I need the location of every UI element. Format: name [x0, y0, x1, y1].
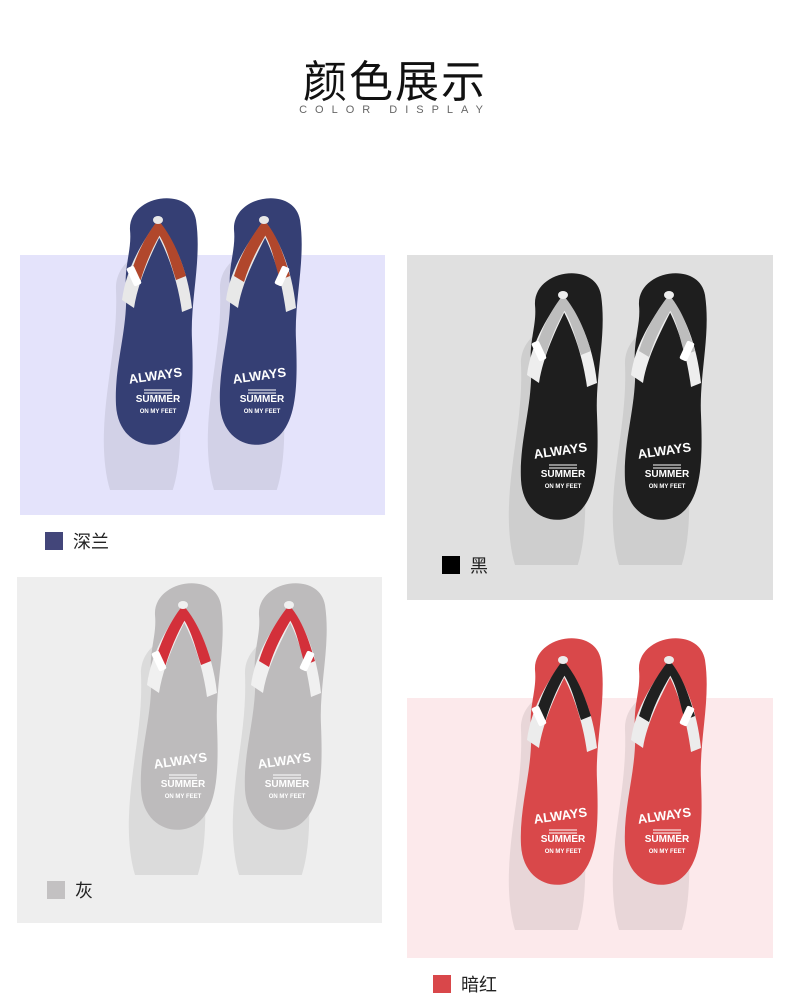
left-sandal: ALWAYSSUMMERON MY FEET	[128, 583, 223, 875]
left-sandal: ALWAYSSUMMERON MY FEET	[103, 198, 198, 490]
toe-post	[558, 656, 568, 664]
sole-print-summer: SUMMER	[240, 394, 285, 405]
variant-label-navy: 深兰	[45, 528, 109, 554]
sole-print-summer: SUMMER	[161, 779, 206, 790]
variant-name: 黑	[470, 556, 488, 577]
sole-print-on-my-feet: ON MY FEET	[244, 409, 281, 415]
toe-post	[664, 656, 674, 664]
sole-print-summer: SUMMER	[265, 779, 310, 790]
variant-label-grey: 灰	[47, 877, 93, 903]
sole-print-summer: SUMMER	[136, 394, 181, 405]
sandal-pair-grey: ALWAYSSUMMERON MY FEETALWAYSSUMMERON MY …	[128, 583, 327, 875]
sole-print-summer: SUMMER	[645, 834, 690, 845]
sole-print-summer: SUMMER	[541, 834, 586, 845]
right-sandal: ALWAYSSUMMERON MY FEET	[612, 273, 707, 565]
toe-post	[178, 601, 188, 609]
sole-print-summer: SUMMER	[541, 469, 586, 480]
sole-print-on-my-feet: ON MY FEET	[545, 484, 582, 490]
left-sandal: ALWAYSSUMMERON MY FEET	[508, 273, 603, 565]
variant-label-black: 黑	[442, 552, 488, 578]
variant-name: 灰	[75, 881, 93, 902]
sole-print-on-my-feet: ON MY FEET	[269, 794, 306, 800]
sandal-pair-navy: ALWAYSSUMMERON MY FEETALWAYSSUMMERON MY …	[103, 198, 302, 490]
sole-print-summer: SUMMER	[645, 469, 690, 480]
sandal-pair-black: ALWAYSSUMMERON MY FEETALWAYSSUMMERON MY …	[508, 273, 707, 565]
sole-print-on-my-feet: ON MY FEET	[140, 409, 177, 415]
color-swatch	[433, 975, 451, 993]
variant-name: 深兰	[73, 532, 109, 553]
color-swatch	[45, 532, 63, 550]
page-title: 颜色展示	[303, 57, 487, 108]
page-subtitle: COLOR DISPLAY	[299, 104, 491, 116]
color-swatch	[47, 881, 65, 899]
right-sandal: ALWAYSSUMMERON MY FEET	[612, 638, 707, 930]
variant-label-darkred: 暗红	[433, 971, 497, 997]
left-sandal: ALWAYSSUMMERON MY FEET	[508, 638, 603, 930]
color-swatch	[442, 556, 460, 574]
sandal-pair-darkred: ALWAYSSUMMERON MY FEETALWAYSSUMMERON MY …	[508, 638, 707, 930]
variant-name: 暗红	[461, 975, 497, 996]
toe-post	[558, 291, 568, 299]
sole-print-on-my-feet: ON MY FEET	[165, 794, 202, 800]
toe-post	[153, 216, 163, 224]
sole-print-on-my-feet: ON MY FEET	[545, 849, 582, 855]
right-sandal: ALWAYSSUMMERON MY FEET	[232, 583, 327, 875]
sole-print-on-my-feet: ON MY FEET	[649, 849, 686, 855]
toe-post	[259, 216, 269, 224]
toe-post	[664, 291, 674, 299]
sole-print-on-my-feet: ON MY FEET	[649, 484, 686, 490]
right-sandal: ALWAYSSUMMERON MY FEET	[207, 198, 302, 490]
toe-post	[284, 601, 294, 609]
